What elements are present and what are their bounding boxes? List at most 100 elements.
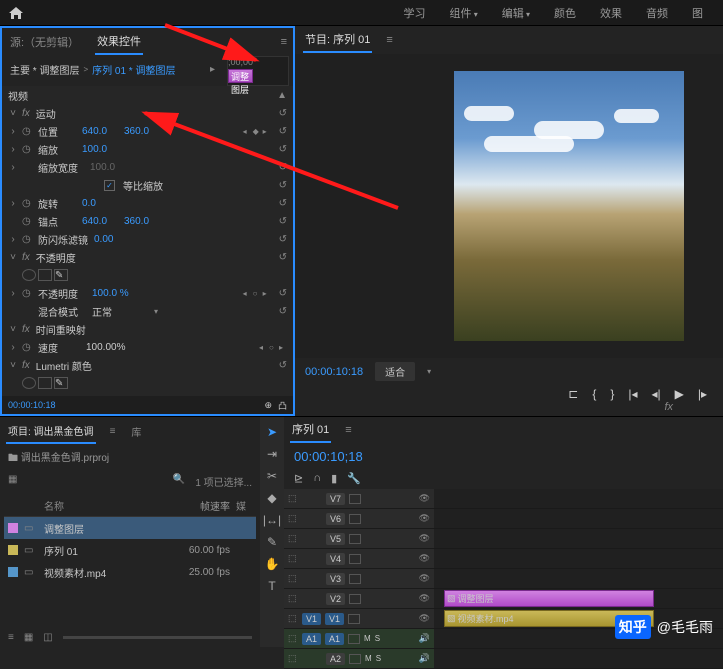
eye-icon[interactable]: 👁: [419, 593, 430, 604]
panel-menu-icon[interactable]: ≡: [345, 424, 351, 436]
marker-icon[interactable]: ▮: [331, 472, 337, 485]
anchor-x-value[interactable]: 640.0: [82, 216, 120, 227]
eye-icon[interactable]: 👁: [419, 553, 430, 564]
sequence-tab[interactable]: 序列 01: [290, 417, 331, 443]
track-header[interactable]: ⬚V1V1👁: [284, 609, 434, 628]
label-swatch[interactable]: [8, 567, 18, 577]
voice-icon[interactable]: 🔊: [419, 633, 430, 644]
play-button[interactable]: ▶: [675, 387, 684, 401]
snap-icon[interactable]: ⊵: [294, 472, 303, 485]
mute-button[interactable]: M: [364, 634, 371, 643]
solo-button[interactable]: S: [376, 654, 381, 663]
reset-icon[interactable]: ↺: [279, 198, 287, 209]
antiflicker-value[interactable]: 0.00: [94, 234, 132, 245]
step-fwd-icon[interactable]: |▸: [698, 387, 707, 401]
track-target[interactable]: A2: [326, 653, 345, 665]
sync-lock-icon[interactable]: [349, 594, 361, 604]
panel-menu-icon[interactable]: ≡: [110, 426, 116, 437]
track-lane[interactable]: ▧调整图层: [434, 589, 723, 608]
filter-icon[interactable]: ▦: [8, 474, 17, 489]
reset-icon[interactable]: ↺: [279, 216, 287, 227]
freeform-icon[interactable]: ◫: [43, 632, 52, 643]
project-item[interactable]: ▭视频素材.mp425.00 fps: [4, 561, 256, 583]
selection-tool-icon[interactable]: ➤: [267, 425, 277, 439]
program-monitor-view[interactable]: [295, 54, 723, 358]
ellipse-mask-button[interactable]: [22, 377, 36, 389]
reset-icon[interactable]: ↺: [279, 288, 287, 299]
reset-icon[interactable]: ↺: [279, 234, 287, 245]
track-target[interactable]: A1: [325, 633, 344, 645]
lock-icon[interactable]: ⬚: [288, 633, 298, 644]
track-target[interactable]: V6: [326, 513, 345, 525]
reset-icon[interactable]: ↺: [279, 252, 287, 263]
sync-lock-icon[interactable]: [348, 634, 360, 644]
stopwatch-icon[interactable]: ◷: [22, 216, 34, 227]
effect-controls-tab[interactable]: 效果控件: [95, 29, 143, 55]
position-x-value[interactable]: 640.0: [82, 126, 120, 137]
step-back-icon[interactable]: ◂|: [651, 387, 660, 401]
opacity-value[interactable]: 100.0 %: [92, 288, 130, 299]
library-tab[interactable]: 库: [129, 420, 143, 443]
reset-icon[interactable]: ↺: [279, 126, 287, 137]
next-kf-icon[interactable]: ▸: [263, 127, 271, 136]
mark-out-icon[interactable]: {: [592, 387, 596, 401]
effect-timecode[interactable]: 00:00:10:18: [8, 400, 56, 410]
stopwatch-icon[interactable]: ◷: [22, 288, 34, 299]
sync-lock-icon[interactable]: [349, 554, 361, 564]
source-patch[interactable]: V1: [302, 613, 321, 625]
add-kf-icon[interactable]: ◆: [253, 127, 261, 136]
search-icon[interactable]: 🔍: [173, 474, 185, 489]
sync-lock-icon[interactable]: [349, 574, 361, 584]
lock-icon[interactable]: ⬚: [288, 513, 298, 524]
sequence-clip-link[interactable]: 序列 01 * 调整图层: [92, 62, 175, 77]
track-lane[interactable]: [434, 549, 723, 568]
voice-icon[interactable]: 🔊: [419, 653, 430, 664]
chevron-down-icon[interactable]: ▾: [427, 367, 431, 376]
pen-mask-button[interactable]: ✎: [54, 269, 68, 281]
track-header[interactable]: ⬚V3👁: [284, 569, 434, 588]
slip-tool-icon[interactable]: |↔|: [263, 513, 281, 527]
sync-lock-icon[interactable]: [348, 614, 360, 624]
prev-kf-icon[interactable]: ◂: [243, 127, 251, 136]
position-y-value[interactable]: 360.0: [124, 126, 149, 137]
track-header[interactable]: ⬚V5👁: [284, 529, 434, 548]
sync-lock-icon[interactable]: [349, 534, 361, 544]
link-icon[interactable]: ∩: [313, 472, 321, 485]
track-target[interactable]: V4: [326, 553, 345, 565]
track-target[interactable]: V2: [326, 593, 345, 605]
settings-icon[interactable]: 🔧: [347, 472, 361, 485]
blend-mode-select[interactable]: 正常: [92, 304, 130, 319]
ws-tab-audio[interactable]: 音频: [634, 1, 680, 25]
eye-icon[interactable]: 👁: [419, 573, 430, 584]
col-dur[interactable]: 媒: [236, 498, 252, 513]
stopwatch-icon[interactable]: ◷: [22, 126, 34, 137]
track-header[interactable]: ⬚ A1 A1 MS 🔊: [284, 629, 434, 648]
zoom-out-icon[interactable]: 凸: [278, 399, 287, 412]
project-header-row[interactable]: 名称 帧速率 媒: [4, 495, 256, 517]
track-lane[interactable]: [434, 649, 723, 668]
source-patch[interactable]: A1: [302, 633, 321, 645]
track-lane[interactable]: [434, 489, 723, 508]
play-icon[interactable]: ▸: [210, 64, 215, 75]
track-lane[interactable]: [434, 529, 723, 548]
pen-tool-icon[interactable]: ✎: [267, 535, 277, 549]
collapse-icon[interactable]: ▲: [277, 90, 287, 101]
lock-icon[interactable]: ⬚: [288, 573, 298, 584]
timeline-timecode[interactable]: 00:00:10;18: [294, 449, 363, 464]
eye-icon[interactable]: 👁: [419, 513, 430, 524]
rotation-value[interactable]: 0.0: [82, 198, 120, 209]
zoom-in-icon[interactable]: ⊕: [264, 400, 272, 411]
project-item[interactable]: ▭调整图层: [4, 517, 256, 539]
eye-icon[interactable]: 👁: [419, 613, 430, 624]
label-swatch[interactable]: [8, 545, 18, 555]
razor-tool-icon[interactable]: ◆: [267, 491, 276, 505]
reset-icon[interactable]: ↺: [279, 180, 287, 191]
solo-button[interactable]: S: [375, 634, 380, 643]
anchor-y-value[interactable]: 360.0: [124, 216, 149, 227]
mark-in-icon[interactable]: ⊏: [568, 387, 578, 401]
stopwatch-icon[interactable]: ◷: [22, 234, 34, 245]
track-header[interactable]: ⬚ V6 👁: [284, 509, 434, 528]
sync-lock-icon[interactable]: [349, 494, 361, 504]
track-lane[interactable]: [434, 509, 723, 528]
sync-lock-icon[interactable]: [349, 514, 361, 524]
